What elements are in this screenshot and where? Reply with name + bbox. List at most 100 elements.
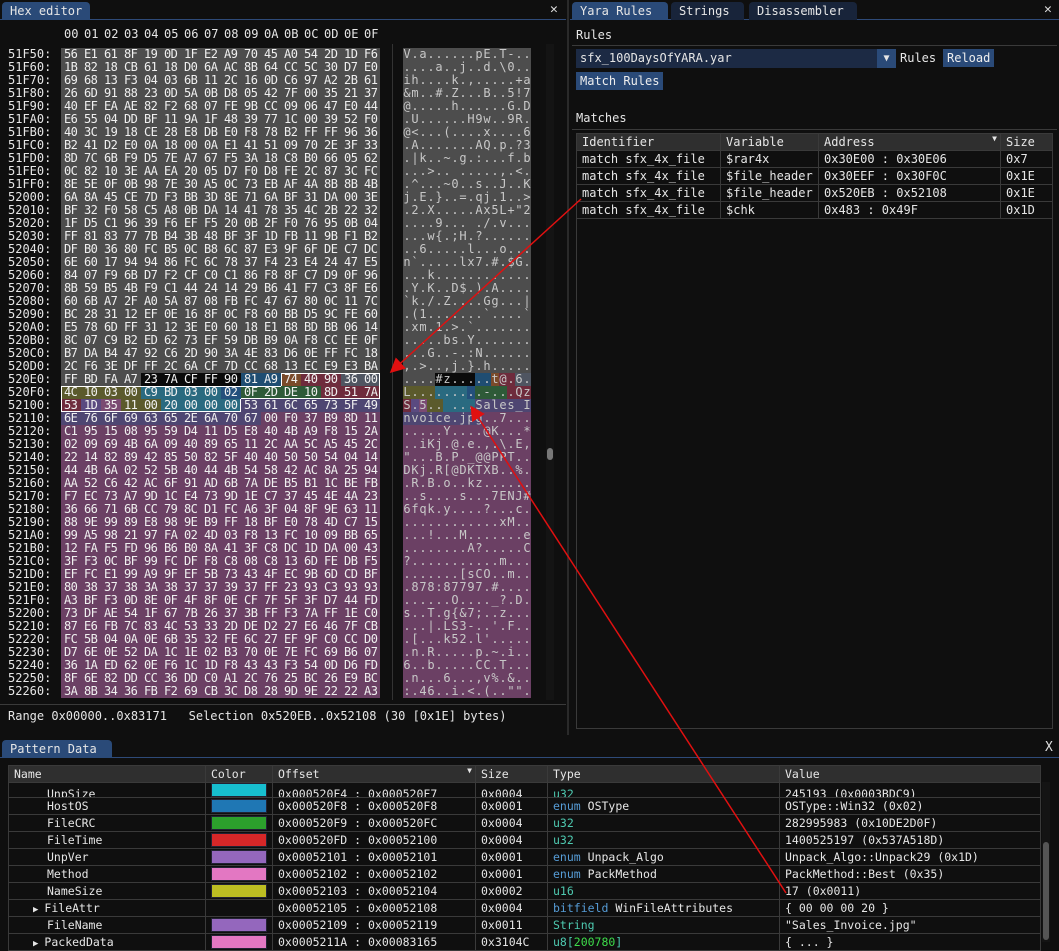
col-color[interactable]: Color <box>205 765 273 783</box>
col-value[interactable]: Value <box>779 765 1041 783</box>
ascii-char[interactable]: ( <box>483 685 491 698</box>
tab-disassembler[interactable]: Disassembler <box>749 2 857 20</box>
match-size: 0x1E <box>1000 167 1053 185</box>
col-address[interactable]: Address ▼ <box>818 133 1001 151</box>
yara-panel: Yara Rules Strings Disassembler ✕ Rules … <box>570 0 1059 732</box>
pattern-name: UnpVer <box>47 850 89 864</box>
pattern-offset: 0x0005211A : 0x00083165 <box>272 933 476 951</box>
ascii-char[interactable]: : <box>403 685 411 698</box>
sort-icon[interactable]: ▼ <box>467 767 472 776</box>
pattern-value: 17 (0x0011) <box>779 882 1041 900</box>
tab-strings[interactable]: Strings <box>671 2 744 20</box>
close-icon[interactable]: X <box>1045 740 1053 755</box>
expand-icon[interactable]: ▶ <box>33 905 38 915</box>
type-name: WinFileAttributes <box>615 901 734 915</box>
ascii-char[interactable]: 4 <box>419 685 427 698</box>
match-address: 0x520EB : 0x52108 <box>818 184 1001 202</box>
match-row[interactable]: match sfx_4x_file $rar4x 0x30E00 : 0x30E06… <box>576 150 1053 168</box>
column-header-label: 0B <box>284 27 299 41</box>
ascii-char[interactable]: . <box>459 685 467 698</box>
ascii-char[interactable]: . <box>467 204 475 217</box>
col-type[interactable]: Type <box>547 765 780 783</box>
match-row[interactable]: match sfx_4x_file $file_header 0x520EB : 0… <box>576 184 1053 202</box>
pattern-value: PackMethod::Best (0x35) <box>779 865 1041 883</box>
pattern-row[interactable]: HostOS 0x000520F8 : 0x000520F8 0x0001 enum … <box>8 797 1041 815</box>
pattern-offset: 0x00052103 : 0x00052104 <box>272 882 476 900</box>
col-variable[interactable]: Variable <box>720 133 819 151</box>
pattern-name-cell: UnpVer <box>8 848 206 866</box>
pattern-color-cell <box>205 848 273 866</box>
close-icon[interactable]: ✕ <box>550 2 558 17</box>
ascii-char[interactable]: . <box>491 685 499 698</box>
column-header-label: 06 <box>184 27 199 41</box>
ascii-char[interactable]: . <box>443 685 451 698</box>
ascii-char[interactable]: . <box>443 386 451 399</box>
ascii-char[interactable]: 6 <box>427 685 435 698</box>
hex-bytes[interactable]: 3A 8B 34 36 FB F2 69 CB 3C D8 28 9D 9E 2… <box>64 685 378 698</box>
pattern-scrollbar[interactable] <box>1042 782 1050 942</box>
close-icon[interactable]: ✕ <box>1044 2 1052 17</box>
expand-icon[interactable]: ▶ <box>33 939 38 949</box>
table-body-area <box>576 219 1053 729</box>
hex-grid[interactable]: 51F50: V. a...... p E. T -.. 56 E1 61 8F 19 0D … <box>0 48 540 700</box>
match-row[interactable]: match sfx_4x_file $file_header 0x30EEF : 0… <box>576 167 1053 185</box>
pattern-color-cell <box>205 831 273 849</box>
col-name[interactable]: Name <box>8 765 206 783</box>
col-size[interactable]: Size <box>1000 133 1053 151</box>
tab-hex-editor[interactable]: Hex editor <box>2 2 91 20</box>
ascii-char[interactable]: . <box>435 685 443 698</box>
type-keyword: bitfield <box>553 901 609 915</box>
pattern-row[interactable]: FileCRC 0x000520F9 : 0x000520FC 0x0004 u32 2… <box>8 814 1041 832</box>
pattern-row[interactable]: FileTime 0x000520FD : 0x00052100 0x0004 u32… <box>8 831 1041 849</box>
pattern-color-cell <box>205 916 273 934</box>
rules-label: Rules <box>576 28 613 42</box>
pattern-size: 0x0001 <box>475 797 548 815</box>
ascii-char[interactable]: . <box>451 152 459 165</box>
pattern-row[interactable]: NameSize 0x00052103 : 0x00052104 0x0002 u16… <box>8 882 1041 900</box>
tab-pattern-data[interactable]: Pattern Data <box>2 740 112 758</box>
pattern-row[interactable]: ▶ PackedData 0x0005211A : 0x00083165 0x3104… <box>8 933 1041 951</box>
match-identifier: match sfx_4x_file <box>576 201 721 219</box>
ascii-char[interactable]: " <box>507 685 515 698</box>
pattern-size: 0x0004 <box>475 831 548 849</box>
pattern-color-cell <box>205 814 273 832</box>
pattern-row[interactable]: FileName 0x00052109 : 0x00052119 0x0011 Str… <box>8 916 1041 934</box>
pattern-row[interactable]: ▶ FileAttr 0x00052105 : 0x00052108 0x0004 bi… <box>8 899 1041 917</box>
col-offset[interactable]: Offset ▼ <box>272 765 476 783</box>
pattern-row[interactable]: Method 0x00052102 : 0x00052102 0x0001 enum … <box>8 865 1041 883</box>
pattern-type-cell: bitfield WinFileAttributes <box>547 899 780 917</box>
scrollbar-thumb[interactable] <box>547 448 553 460</box>
sort-icon[interactable]: ▼ <box>992 135 997 144</box>
type-name: u16 <box>553 884 574 898</box>
tab-yara-rules[interactable]: Yara Rules <box>572 2 668 20</box>
rule-file-combo[interactable]: sfx_100DaysOfYARA.yar ▼ <box>576 49 896 68</box>
color-swatch <box>211 884 267 899</box>
column-header-label: 0A <box>264 27 279 41</box>
ascii-char[interactable]: . <box>523 685 531 698</box>
hex-scrollbar[interactable] <box>546 44 554 700</box>
color-swatch <box>211 850 267 865</box>
type-name: String <box>553 918 595 932</box>
chevron-down-icon[interactable]: ▼ <box>877 49 896 68</box>
reload-button[interactable]: Reload <box>943 49 995 67</box>
column-header-label: 03 <box>124 27 139 41</box>
scrollbar-thumb[interactable] <box>1043 842 1049 940</box>
panel-splitter[interactable] <box>567 0 569 735</box>
type-name: u8[ <box>553 935 574 949</box>
pattern-size: 0x3104C <box>475 933 548 951</box>
row-address: 52260: <box>8 684 52 698</box>
pattern-row[interactable]: UnpVer 0x00052101 : 0x00052101 0x0001 enum … <box>8 848 1041 866</box>
ascii-char[interactable]: . <box>499 685 507 698</box>
col-address-label: Address <box>824 135 875 149</box>
match-row[interactable]: match sfx_4x_file $chk 0x483 : 0x49F 0x1D <box>576 201 1053 219</box>
col-size[interactable]: Size <box>475 765 548 783</box>
ascii-char[interactable]: . <box>475 685 483 698</box>
pattern-row[interactable]: UnpSize 0x000520F4 : 0x000520F7 0x0004 u32 2… <box>8 782 1041 798</box>
col-identifier[interactable]: Identifier <box>576 133 721 151</box>
ascii-char[interactable]: . <box>411 685 419 698</box>
match-size: 0x1E <box>1000 184 1053 202</box>
match-rules-button[interactable]: Match Rules <box>576 72 664 90</box>
ascii-char[interactable]: i <box>451 685 459 698</box>
ascii-char[interactable]: " <box>515 685 523 698</box>
ascii-char[interactable]: < <box>467 685 475 698</box>
